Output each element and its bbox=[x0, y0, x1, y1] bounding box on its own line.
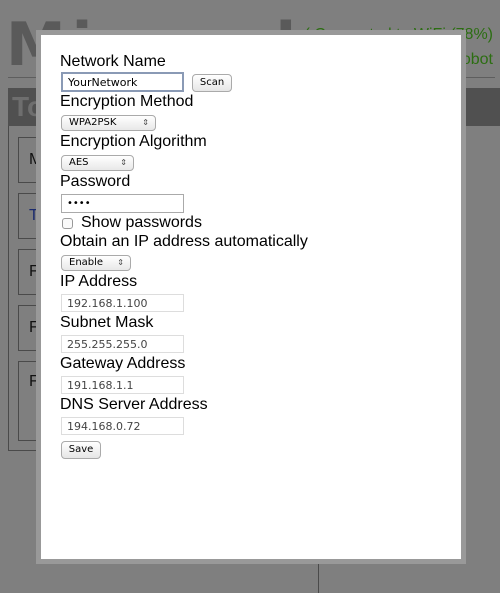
column-divider bbox=[318, 564, 319, 593]
show-passwords-checkbox[interactable] bbox=[62, 218, 73, 229]
status-subtext: obot bbox=[461, 51, 493, 68]
show-passwords-label: Show passwords bbox=[81, 214, 202, 231]
select-arrows-icon: ⇕ bbox=[120, 158, 127, 167]
save-button[interactable]: Save bbox=[61, 441, 101, 459]
dhcp-select[interactable]: Enable ⇕ bbox=[61, 255, 131, 271]
encryption-algorithm-label: Encryption Algorithm bbox=[60, 133, 207, 150]
dns-input[interactable]: 194.168.0.72 bbox=[61, 417, 184, 435]
dhcp-label: Obtain an IP address automatically bbox=[60, 233, 308, 250]
encryption-method-label: Encryption Method bbox=[60, 93, 194, 110]
ip-address-label: IP Address bbox=[60, 273, 138, 290]
password-label: Password bbox=[60, 173, 131, 190]
scan-button[interactable]: Scan bbox=[192, 74, 232, 92]
password-input[interactable]: •••• bbox=[61, 194, 184, 213]
ip-address-input[interactable]: 192.168.1.100 bbox=[61, 294, 184, 312]
subnet-mask-label: Subnet Mask bbox=[60, 314, 154, 331]
encryption-algorithm-select[interactable]: AES ⇕ bbox=[61, 155, 134, 171]
encryption-method-select[interactable]: WPA2PSK ⇕ bbox=[61, 115, 156, 131]
select-arrows-icon: ⇕ bbox=[117, 258, 124, 267]
encryption-method-value: WPA2PSK bbox=[69, 117, 117, 128]
dns-label: DNS Server Address bbox=[60, 396, 208, 413]
panel-border bbox=[8, 126, 9, 451]
network-name-input[interactable]: YourNetwork bbox=[61, 72, 184, 92]
gateway-input[interactable]: 191.168.1.1 bbox=[61, 376, 184, 394]
panel-border bbox=[8, 450, 38, 451]
gateway-label: Gateway Address bbox=[60, 355, 186, 372]
dhcp-value: Enable bbox=[69, 257, 104, 268]
select-arrows-icon: ⇕ bbox=[142, 118, 149, 127]
subnet-mask-input[interactable]: 255.255.255.0 bbox=[61, 335, 184, 353]
network-name-label: Network Name bbox=[60, 53, 166, 70]
encryption-algorithm-value: AES bbox=[69, 157, 89, 168]
